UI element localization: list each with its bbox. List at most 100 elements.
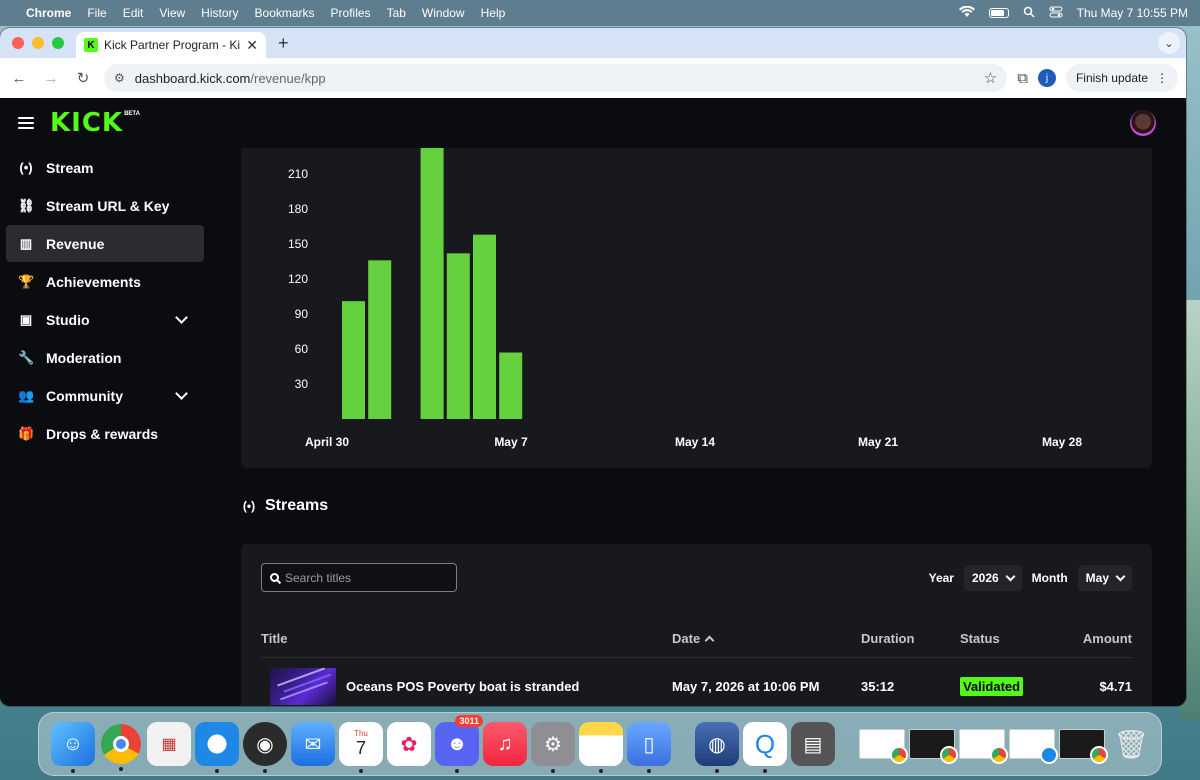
month-select[interactable]: May	[1077, 565, 1132, 591]
extensions-puzzle-icon[interactable]: ⧉	[1017, 70, 1028, 87]
notes-icon[interactable]	[579, 722, 623, 773]
minimized-window-thumbnail[interactable]	[1059, 729, 1108, 764]
year-select[interactable]: 2026	[963, 565, 1022, 591]
col-header-amount[interactable]: Amount	[1057, 631, 1132, 646]
browser-tab[interactable]: K Kick Partner Program - Kick D ✕	[76, 32, 266, 58]
revenue-bar[interactable]	[420, 148, 444, 419]
menu-window[interactable]: Window	[422, 6, 465, 20]
reload-icon[interactable]: ↻	[72, 69, 94, 87]
menu-tab[interactable]: Tab	[387, 6, 406, 20]
revenue-bar[interactable]	[473, 234, 496, 419]
col-header-title[interactable]: Title	[261, 631, 672, 646]
sidebar-item-studio[interactable]: ▣ Studio	[6, 301, 204, 338]
minimized-window-thumbnail[interactable]	[1009, 729, 1058, 764]
bookmark-star-icon[interactable]: ☆	[984, 69, 997, 87]
chevron-down-icon[interactable]	[175, 311, 188, 324]
search-titles-field[interactable]: Search titles	[261, 563, 457, 592]
y-tick-label: 210	[288, 167, 308, 181]
revenue-bar[interactable]	[499, 352, 523, 420]
menu-file[interactable]: File	[87, 6, 106, 20]
sidebar-item-drops-rewards[interactable]: 🎁 Drops & rewards	[6, 415, 204, 452]
profile-avatar[interactable]: j	[1037, 69, 1056, 87]
menu-edit[interactable]: Edit	[123, 6, 144, 20]
photos-icon[interactable]: ✿	[387, 722, 431, 766]
sidebar-item-stream[interactable]: (•) Stream	[6, 149, 204, 186]
user-avatar[interactable]	[1130, 110, 1156, 136]
streams-card: Search titles Year 2026 Month May Title	[241, 544, 1152, 706]
music-icon[interactable]: ♫	[483, 722, 527, 766]
menu-history[interactable]: History	[201, 6, 238, 20]
menu-profiles[interactable]: Profiles	[331, 6, 371, 20]
col-header-duration[interactable]: Duration	[861, 631, 960, 646]
col-header-date[interactable]: Date	[672, 631, 861, 646]
tab-search-chevron-icon[interactable]: ⌄	[1158, 32, 1180, 54]
chrome-icon[interactable]	[101, 724, 141, 771]
close-tab-icon[interactable]: ✕	[246, 37, 258, 54]
mail-icon[interactable]: ✉	[291, 722, 335, 766]
safari-icon[interactable]: ✦	[195, 722, 239, 773]
kick-favicon-icon: K	[84, 38, 98, 52]
site-settings-icon[interactable]: ⚙	[114, 71, 125, 85]
battery-icon[interactable]	[988, 8, 1009, 18]
revenue-bar[interactable]	[368, 260, 392, 419]
y-tick-label: 90	[295, 307, 309, 321]
revenue-bar[interactable]	[342, 301, 365, 419]
col-header-status[interactable]: Status	[960, 631, 1057, 646]
sidebar-item-achievements[interactable]: 🏆 Achievements	[6, 263, 204, 300]
finder-icon[interactable]: ☺	[51, 722, 95, 773]
trash-icon[interactable]: 🗑	[1109, 722, 1153, 766]
launchpad-icon[interactable]: ▦	[147, 722, 191, 766]
menu-help[interactable]: Help	[481, 6, 506, 20]
calendar-icon[interactable]: Thu 7	[339, 722, 383, 773]
sidebar-item-label: Revenue	[46, 235, 105, 252]
sidebar-item-stream-url-key[interactable]: ⛓ Stream URL & Key	[6, 187, 204, 224]
window-controls	[0, 37, 76, 58]
sidebar-item-community[interactable]: 👥 Community	[6, 377, 204, 414]
calendar-date: 7	[355, 738, 366, 758]
minimized-window-thumbnail[interactable]	[959, 729, 1008, 764]
revenue-chart-card: 30 60 90 120 150 180 210 April 30 May 7 May 14 May…	[241, 148, 1152, 468]
url-host: dashboard.kick.com	[134, 70, 251, 86]
address-bar[interactable]: ⚙ dashboard.kick.com/revenue/kpp ☆	[104, 64, 1008, 92]
mac-dock: ☺ ▦ ✦ ◉ ✉ Thu 7 ✿ ☻ 3011 ♫ ⚙ ▯ ◍ Q ▤ 🗑	[38, 712, 1162, 776]
table-row[interactable]: Oceans POS Poverty boat is stranded May …	[261, 658, 1132, 706]
menu-view[interactable]: View	[159, 6, 185, 20]
back-arrow-icon[interactable]: ←	[8, 70, 30, 87]
wifi-icon[interactable]	[958, 5, 975, 21]
close-window-button[interactable]	[12, 37, 24, 49]
people-icon: 👥	[18, 387, 35, 403]
finish-update-button[interactable]: Finish update ⋮	[1065, 64, 1178, 92]
system-settings-icon[interactable]: ⚙	[531, 722, 575, 773]
minimized-window-thumbnail[interactable]	[859, 729, 908, 764]
kick-logo[interactable]: KICK BETA	[50, 108, 140, 138]
minimize-window-button[interactable]	[32, 37, 44, 49]
y-tick-label: 120	[288, 272, 308, 286]
kebab-menu-icon[interactable]: ⋮	[1156, 71, 1168, 85]
minimized-window-thumbnail[interactable]	[909, 729, 958, 764]
zoom-window-button[interactable]	[52, 37, 64, 49]
stream-duration: 35:12	[861, 678, 895, 694]
sidebar-item-moderation[interactable]: 🔧 Moderation	[6, 339, 204, 376]
revenue-bar[interactable]	[446, 253, 470, 419]
sidebar-item-label: Moderation	[46, 349, 122, 366]
control-center-icon[interactable]	[1049, 6, 1063, 21]
quicktime-app-icon[interactable]: ◍	[695, 722, 739, 773]
obs-icon[interactable]: ◉	[243, 722, 287, 773]
forward-arrow-icon[interactable]: →	[40, 70, 62, 87]
hamburger-menu-icon[interactable]	[18, 117, 34, 129]
menu-bookmarks[interactable]: Bookmarks	[255, 6, 315, 20]
quicktime-icon[interactable]: Q	[743, 722, 787, 773]
discord-icon[interactable]: ☻ 3011	[435, 715, 483, 773]
url-text[interactable]: dashboard.kick.com/revenue/kpp	[135, 71, 326, 86]
menu-app-name[interactable]: Chrome	[26, 6, 71, 20]
sidebar-item-revenue[interactable]: ▥ Revenue	[6, 225, 204, 262]
menubar-clock[interactable]: Thu May 7 10:55 PM	[1077, 6, 1188, 20]
search-input[interactable]: Search titles	[285, 571, 351, 585]
dashboard-main: 30 60 90 120 150 180 210 April 30 May 7 May 14 May…	[241, 148, 1152, 706]
iphone-mirroring-icon[interactable]: ▯	[627, 722, 671, 773]
stream-thumbnail[interactable]	[270, 667, 336, 705]
chevron-down-icon[interactable]	[175, 387, 188, 400]
new-tab-icon[interactable]: +	[278, 33, 289, 54]
calculator-icon[interactable]: ▤	[791, 722, 835, 766]
spotlight-icon[interactable]	[1023, 6, 1035, 21]
